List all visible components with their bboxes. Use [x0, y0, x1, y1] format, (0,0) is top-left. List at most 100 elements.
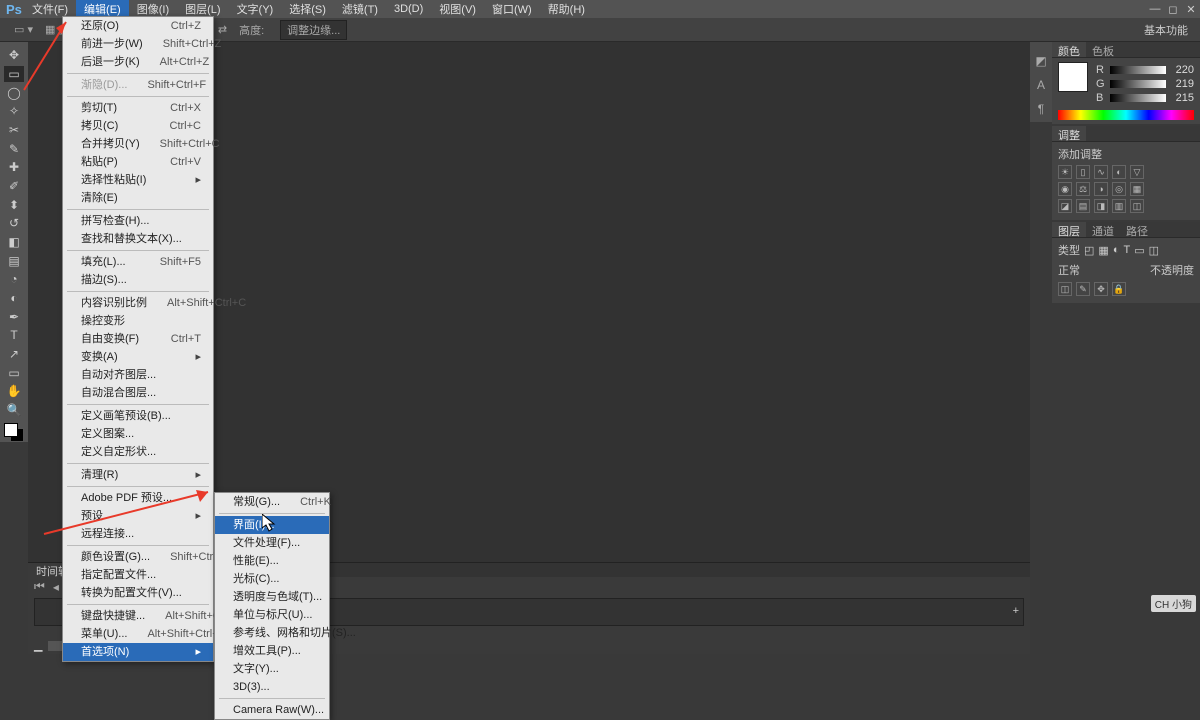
- minimize-icon[interactable]: —: [1146, 3, 1164, 16]
- type-tool-icon[interactable]: T: [4, 327, 24, 344]
- selective-icon[interactable]: ◫: [1130, 199, 1144, 213]
- menu-item[interactable]: 常规(G)...Ctrl+K: [215, 493, 329, 511]
- menu-item[interactable]: 填充(L)...Shift+F5: [63, 253, 213, 271]
- menu-item[interactable]: 查找和替换文本(X)...: [63, 230, 213, 248]
- healing-tool-icon[interactable]: ✚: [4, 159, 24, 176]
- menu-item[interactable]: 定义图案...: [63, 425, 213, 443]
- menu-item[interactable]: 内容识别比例Alt+Shift+Ctrl+C: [63, 294, 213, 312]
- menu-item[interactable]: 定义画笔预设(B)...: [63, 407, 213, 425]
- menu-item[interactable]: 清理(R)▸: [63, 466, 213, 484]
- tab-adjustments[interactable]: 调整: [1052, 126, 1086, 141]
- menu-item[interactable]: 自动对齐图层...: [63, 366, 213, 384]
- eyedropper-tool-icon[interactable]: ✎: [4, 140, 24, 157]
- tool-preset-icon[interactable]: ▭ ▾: [8, 23, 39, 36]
- menu-item[interactable]: 定义自定形状...: [63, 443, 213, 461]
- prev-frame-icon[interactable]: ◂: [53, 580, 59, 594]
- wand-tool-icon[interactable]: ✧: [4, 103, 24, 120]
- menu-item[interactable]: 自由变换(F)Ctrl+T: [63, 330, 213, 348]
- shape-tool-icon[interactable]: ▭: [4, 364, 24, 381]
- filter-adjust-icon[interactable]: ◐: [1113, 244, 1120, 256]
- balance-icon[interactable]: ⚖: [1076, 182, 1090, 196]
- menu-item[interactable]: 变换(A)▸: [63, 348, 213, 366]
- lock-pos-icon[interactable]: ✥: [1094, 282, 1108, 296]
- menu-item[interactable]: 键盘快捷键...Alt+Shift+Ctrl+K: [63, 607, 213, 625]
- menu-item[interactable]: 转换为配置文件(V)...: [63, 584, 213, 602]
- history-brush-tool-icon[interactable]: ↺: [4, 215, 24, 232]
- brightness-icon[interactable]: ☀: [1058, 165, 1072, 179]
- tab-channels[interactable]: 通道: [1086, 222, 1120, 237]
- menu-window[interactable]: 窗口(W): [484, 0, 540, 19]
- menu-select[interactable]: 选择(S): [281, 0, 334, 19]
- menu-3d[interactable]: 3D(D): [386, 1, 431, 17]
- swap-wh-icon[interactable]: ⇄: [212, 23, 233, 36]
- hand-tool-icon[interactable]: ✋: [4, 383, 24, 400]
- menu-item[interactable]: Adobe PDF 预设...: [63, 489, 213, 507]
- blend-mode-select[interactable]: 正常: [1058, 262, 1080, 278]
- posterize-icon[interactable]: ▤: [1076, 199, 1090, 213]
- menu-item[interactable]: 性能(E)...: [215, 552, 329, 570]
- dodge-tool-icon[interactable]: ◐: [4, 290, 24, 307]
- menu-item[interactable]: 文件处理(F)...: [215, 534, 329, 552]
- menu-item[interactable]: 还原(O)Ctrl+Z: [63, 17, 213, 35]
- photo-filter-icon[interactable]: ◎: [1112, 182, 1126, 196]
- spectrum-bar[interactable]: [1058, 110, 1194, 120]
- hue-icon[interactable]: ◉: [1058, 182, 1072, 196]
- zoom-tool-icon[interactable]: 🔍: [4, 402, 24, 419]
- menu-item[interactable]: 合并拷贝(Y)Shift+Ctrl+C: [63, 135, 213, 153]
- menu-item[interactable]: 清除(E): [63, 189, 213, 207]
- path-tool-icon[interactable]: ↗: [4, 346, 24, 363]
- exposure-icon[interactable]: ◐: [1112, 165, 1126, 179]
- eraser-tool-icon[interactable]: ◧: [4, 234, 24, 251]
- levels-icon[interactable]: ▯: [1076, 165, 1090, 179]
- menu-item[interactable]: 增效工具(P)...: [215, 642, 329, 660]
- menu-item[interactable]: 预设▸: [63, 507, 213, 525]
- menu-item[interactable]: 首选项(N)▸: [63, 643, 213, 661]
- tab-color[interactable]: 颜色: [1052, 42, 1086, 57]
- menu-item[interactable]: 颜色设置(G)...Shift+Ctrl+K: [63, 548, 213, 566]
- menu-item[interactable]: 界面(I)...: [215, 516, 329, 534]
- zoom-out-icon[interactable]: ▁: [34, 639, 42, 652]
- menu-item[interactable]: 单位与标尺(U)...: [215, 606, 329, 624]
- menu-item[interactable]: 菜单(U)...Alt+Shift+Ctrl+M: [63, 625, 213, 643]
- menu-item[interactable]: 光标(C)...: [215, 570, 329, 588]
- menu-item[interactable]: 拷贝(C)Ctrl+C: [63, 117, 213, 135]
- menu-view[interactable]: 视图(V): [431, 0, 484, 19]
- r-slider[interactable]: [1110, 66, 1166, 74]
- lasso-tool-icon[interactable]: ◯: [4, 84, 24, 101]
- menu-item[interactable]: Camera Raw(W)...: [215, 701, 329, 719]
- add-media-icon[interactable]: +: [1013, 605, 1019, 617]
- character-panel-icon[interactable]: A: [1033, 78, 1049, 94]
- move-tool-icon[interactable]: ✥: [4, 47, 24, 64]
- menu-item[interactable]: 指定配置文件...: [63, 566, 213, 584]
- menu-type[interactable]: 文字(Y): [229, 0, 282, 19]
- b-slider[interactable]: [1110, 94, 1166, 102]
- menu-item[interactable]: 透明度与色域(T)...: [215, 588, 329, 606]
- close-icon[interactable]: ✕: [1182, 3, 1200, 16]
- menu-item[interactable]: 粘贴(P)Ctrl+V: [63, 153, 213, 171]
- stamp-tool-icon[interactable]: ⬍: [4, 196, 24, 213]
- menu-item[interactable]: 后退一步(K)Alt+Ctrl+Z: [63, 53, 213, 71]
- tab-layers[interactable]: 图层: [1052, 222, 1086, 237]
- menu-item[interactable]: 文字(Y)...: [215, 660, 329, 678]
- gradient-tool-icon[interactable]: ▤: [4, 252, 24, 269]
- curves-icon[interactable]: ∿: [1094, 165, 1108, 179]
- marquee-tool-icon[interactable]: ▭: [4, 66, 24, 83]
- foreground-swatch[interactable]: [1058, 62, 1088, 92]
- menu-item[interactable]: 描边(S)...: [63, 271, 213, 289]
- maximize-icon[interactable]: ◻: [1164, 3, 1182, 16]
- filter-pixel-icon[interactable]: ▦: [1098, 244, 1108, 257]
- color-swatch-tool[interactable]: [4, 423, 24, 442]
- menu-item[interactable]: 3D(3)...: [215, 678, 329, 696]
- lock-trans-icon[interactable]: ◫: [1058, 282, 1072, 296]
- tab-paths[interactable]: 路径: [1120, 222, 1154, 237]
- invert-icon[interactable]: ◪: [1058, 199, 1072, 213]
- menu-item[interactable]: 操控变形: [63, 312, 213, 330]
- menu-item[interactable]: 渐隐(D)...Shift+Ctrl+F: [63, 76, 213, 94]
- pen-tool-icon[interactable]: ✒: [4, 308, 24, 325]
- menu-item[interactable]: 剪切(T)Ctrl+X: [63, 99, 213, 117]
- lock-all-icon[interactable]: 🔒: [1112, 282, 1126, 296]
- filter-shape-icon[interactable]: ▭: [1134, 244, 1144, 257]
- vibrance-icon[interactable]: ▽: [1130, 165, 1144, 179]
- gradient-map-icon[interactable]: ▥: [1112, 199, 1126, 213]
- history-panel-icon[interactable]: ◩: [1033, 54, 1049, 70]
